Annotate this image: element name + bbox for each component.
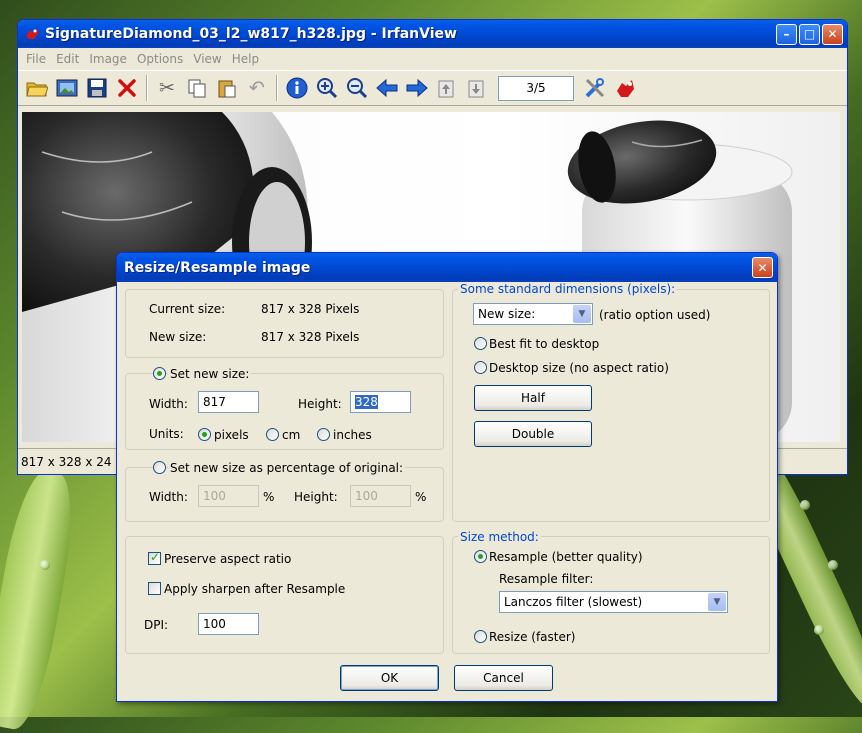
desktop-size-radio[interactable]: [474, 361, 487, 374]
height-label: Height:: [298, 397, 342, 411]
chevron-down-icon: ▼: [708, 593, 726, 611]
first-page-icon[interactable]: [432, 73, 462, 103]
standard-dimensions-title: Some standard dimensions (pixels):: [458, 282, 678, 296]
pct-width-label: Width:: [149, 490, 188, 504]
delete-icon[interactable]: [112, 73, 142, 103]
best-fit-label: Best fit to desktop: [489, 337, 600, 351]
apply-sharpen-label: Apply sharpen after Resample: [164, 582, 346, 596]
unit-pixels-label: pixels: [214, 428, 249, 442]
menu-options[interactable]: Options: [133, 52, 187, 66]
wallpaper-water-drop: [828, 560, 838, 570]
cut-icon[interactable]: ✂: [152, 73, 182, 103]
toolbar-separator: [276, 75, 278, 101]
menu-help[interactable]: Help: [228, 52, 263, 66]
undo-icon[interactable]: ↶: [242, 73, 272, 103]
unit-inches-label: inches: [333, 428, 372, 442]
status-text: 817 x 328 x 24 B: [21, 455, 124, 469]
unit-cm-label: cm: [282, 428, 301, 442]
window-title: SignatureDiamond_03_l2_w817_h328.jpg - I…: [45, 26, 457, 42]
size-info-group: [125, 289, 444, 358]
dialog-titlebar[interactable]: Resize/Resample image ✕: [117, 253, 777, 282]
percentage-label: Set new size as percentage of original:: [168, 461, 406, 475]
settings-tools-icon[interactable]: [580, 73, 610, 103]
width-input[interactable]: 817: [198, 391, 259, 413]
width-label: Width:: [149, 397, 188, 411]
pct-height-label: Height:: [294, 490, 338, 504]
double-button[interactable]: Double: [474, 421, 592, 447]
close-button[interactable]: ✕: [822, 23, 843, 45]
preserve-aspect-checkbox[interactable]: [148, 550, 161, 565]
units-label: Units:: [149, 427, 184, 441]
dpi-input[interactable]: 100: [198, 613, 259, 635]
set-new-size-label: Set new size:: [168, 367, 252, 381]
menu-edit[interactable]: Edit: [52, 52, 83, 66]
dialog-title: Resize/Resample image: [124, 259, 311, 276]
resize-radio[interactable]: [474, 630, 487, 643]
toolbar-separator: [146, 75, 148, 101]
wallpaper-water-drop: [800, 500, 810, 510]
resample-filter-label: Resample filter:: [499, 572, 594, 586]
wallpaper-grass-blade: [0, 466, 83, 733]
chevron-down-icon: ▼: [573, 305, 591, 323]
best-fit-radio[interactable]: [474, 337, 487, 350]
ok-button[interactable]: OK: [340, 665, 439, 691]
desktop-size-label: Desktop size (no aspect ratio): [489, 361, 669, 375]
save-icon[interactable]: [82, 73, 112, 103]
standard-size-combo[interactable]: New size: ▼: [473, 303, 593, 325]
set-new-size-radio[interactable]: [153, 367, 166, 380]
new-size-label: New size:: [149, 330, 207, 344]
half-button[interactable]: Half: [474, 385, 592, 411]
next-arrow-icon[interactable]: [402, 73, 432, 103]
preserve-aspect-label: Preserve aspect ratio: [164, 552, 292, 566]
pct-width-unit: %: [263, 490, 275, 504]
zoom-in-icon[interactable]: [312, 73, 342, 103]
slideshow-icon[interactable]: [52, 73, 82, 103]
info-icon[interactable]: [282, 73, 312, 103]
irfanview-icon: [24, 26, 40, 42]
menu-image[interactable]: Image: [85, 52, 131, 66]
pct-width-input[interactable]: 100: [198, 485, 259, 507]
unit-pixels-radio[interactable]: [198, 428, 211, 441]
current-size-label: Current size:: [149, 302, 226, 316]
cancel-button[interactable]: Cancel: [454, 665, 553, 691]
dialog-close-button[interactable]: ✕: [752, 257, 773, 278]
window-titlebar[interactable]: SignatureDiamond_03_l2_w817_h328.jpg - I…: [18, 20, 847, 48]
maximize-button[interactable]: □: [799, 23, 820, 45]
toolbar: ✂ ↶ 3/5: [18, 70, 847, 106]
resample-label: Resample (better quality): [489, 550, 643, 564]
resample-filter-combo[interactable]: Lanczos filter (slowest) ▼: [499, 591, 728, 613]
percentage-radio[interactable]: [153, 461, 166, 474]
resample-radio[interactable]: [474, 550, 487, 563]
menu-bar: File Edit Image Options View Help: [18, 48, 847, 70]
paste-icon[interactable]: [212, 73, 242, 103]
unit-cm-radio[interactable]: [266, 428, 279, 441]
open-folder-icon[interactable]: [22, 73, 52, 103]
dpi-label: DPI:: [144, 618, 169, 632]
current-size-value: 817 x 328 Pixels: [261, 302, 360, 316]
size-method-title: Size method:: [458, 530, 541, 544]
new-size-value: 817 x 328 Pixels: [261, 330, 360, 344]
minimize-button[interactable]: –: [776, 23, 797, 45]
unit-inches-radio[interactable]: [317, 428, 330, 441]
pct-height-input[interactable]: 100: [350, 485, 411, 507]
copy-icon[interactable]: [182, 73, 212, 103]
resize-dialog: Resize/Resample image ✕ Current size: 81…: [116, 252, 778, 702]
apply-sharpen-checkbox[interactable]: [148, 582, 161, 595]
wallpaper-water-drop: [814, 625, 824, 635]
irfanview-about-icon[interactable]: [610, 73, 640, 103]
pct-height-unit: %: [415, 490, 427, 504]
menu-view[interactable]: View: [189, 52, 225, 66]
height-input[interactable]: 328: [350, 391, 411, 413]
ratio-note: (ratio option used): [599, 308, 711, 322]
zoom-out-icon[interactable]: [342, 73, 372, 103]
resize-label: Resize (faster): [489, 630, 576, 644]
page-indicator[interactable]: 3/5: [498, 75, 574, 101]
previous-arrow-icon[interactable]: [372, 73, 402, 103]
last-page-icon[interactable]: [462, 73, 492, 103]
wallpaper-water-drop: [40, 560, 50, 570]
menu-file[interactable]: File: [22, 52, 50, 66]
